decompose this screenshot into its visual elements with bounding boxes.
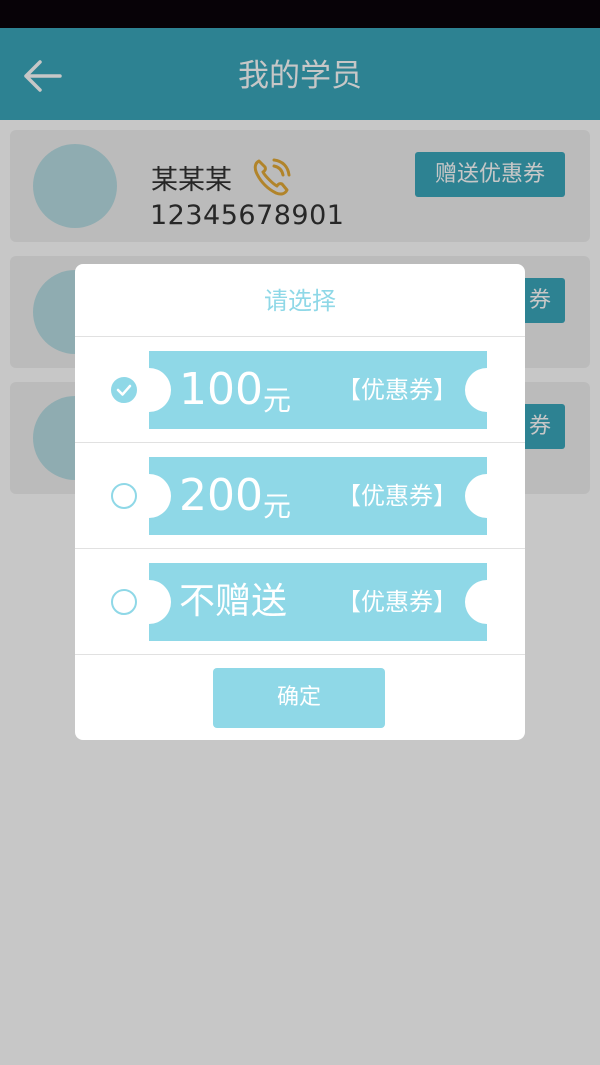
coupon-option-200[interactable]: 200元 【优惠券】 bbox=[75, 443, 525, 549]
coupon-label: 【优惠券】 bbox=[337, 588, 457, 616]
coupon-label: 【优惠券】 bbox=[337, 376, 457, 404]
coupon-unit: 元 bbox=[262, 490, 291, 523]
coupon-option-100[interactable]: 100元 【优惠券】 bbox=[75, 337, 525, 443]
confirm-button[interactable]: 确定 bbox=[213, 668, 385, 728]
coupon-ticket: 100元 【优惠券】 bbox=[149, 351, 487, 429]
dialog-title: 请选择 bbox=[264, 287, 336, 315]
coupon-select-dialog: 请选择 100元 【优惠券】 200元 【优惠券】 不赠送 【优惠券】 确定 bbox=[75, 264, 525, 740]
coupon-ticket: 200元 【优惠券】 bbox=[149, 457, 487, 535]
divider bbox=[75, 654, 525, 655]
coupon-unit: 元 bbox=[262, 384, 291, 417]
coupon-label: 【优惠券】 bbox=[337, 482, 457, 510]
coupon-amount: 200元 bbox=[179, 470, 291, 523]
radio-unchecked-icon[interactable] bbox=[111, 483, 137, 509]
radio-unchecked-icon[interactable] bbox=[111, 589, 137, 615]
coupon-option-none[interactable]: 不赠送 【优惠券】 bbox=[75, 549, 525, 655]
coupon-ticket: 不赠送 【优惠券】 bbox=[149, 563, 487, 641]
radio-checked-icon[interactable] bbox=[111, 377, 137, 403]
coupon-amount: 100元 bbox=[179, 364, 291, 417]
coupon-no-gift-text: 不赠送 bbox=[179, 581, 288, 622]
